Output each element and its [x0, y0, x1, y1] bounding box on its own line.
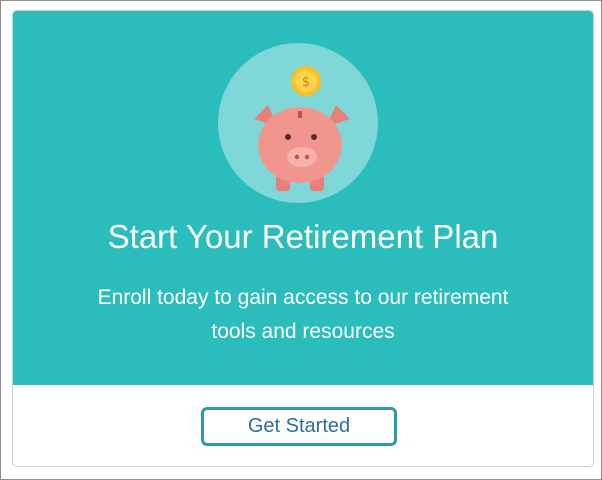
- retirement-plan-card: $ Start Your Retirement Plan Enroll toda…: [12, 10, 594, 467]
- card-title: Start Your Retirement Plan: [107, 218, 499, 255]
- screenshot-frame: $ Start Your Retirement Plan Enroll toda…: [0, 0, 602, 480]
- svg-text:$: $: [302, 75, 310, 90]
- get-started-button[interactable]: Get Started: [201, 407, 397, 446]
- piggy-bank-icon: $: [218, 43, 378, 203]
- card-subtitle: Enroll today to gain access to our retir…: [97, 286, 509, 343]
- card-footer: Get Started: [13, 385, 593, 466]
- card-hero: $ Start Your Retirement Plan Enroll toda…: [13, 11, 593, 385]
